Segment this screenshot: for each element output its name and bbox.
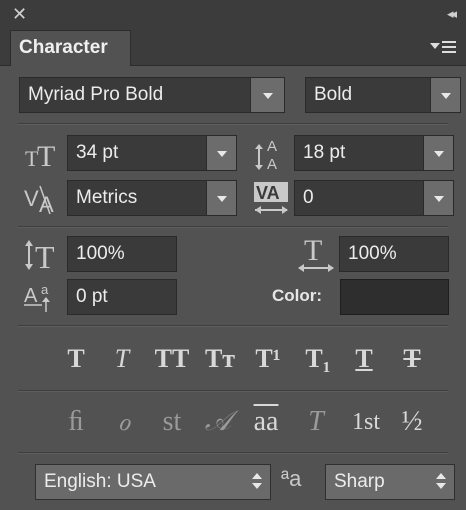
divider [18, 390, 448, 392]
horizontal-scale-input[interactable]: 100% [339, 236, 449, 272]
svg-text:A: A [24, 285, 38, 307]
tracking-dropdown-button[interactable] [423, 181, 453, 215]
panel-menu-line [442, 46, 456, 48]
anti-aliasing-updown-icon [436, 473, 446, 491]
anti-aliasing-value: Sharp [334, 471, 385, 492]
font-family-dropdown-button[interactable] [250, 78, 284, 112]
color-swatch[interactable] [340, 279, 449, 315]
tracking-select[interactable]: 0 [294, 180, 454, 216]
svg-text:T: T [35, 239, 55, 272]
tracking-value: 0 [303, 187, 314, 208]
color-label: Color: [272, 286, 323, 305]
discretionary-ligatures-button[interactable]: st [152, 405, 192, 439]
leading-input[interactable]: 18 pt [294, 135, 454, 171]
standard-ligatures-button[interactable]: ﬁ [56, 405, 96, 439]
strikethrough-button[interactable]: T [394, 342, 430, 376]
tab-character[interactable]: Character [10, 30, 131, 66]
stylistic-alternates-button[interactable]: aa [246, 405, 286, 439]
down-arrow-icon [436, 483, 446, 489]
kerning-dropdown-button[interactable] [206, 181, 236, 215]
up-arrow-icon [436, 473, 446, 479]
tracking-icon: VA [252, 180, 292, 218]
up-arrow-icon [252, 473, 262, 479]
font-family-select[interactable]: Myriad Pro Bold [19, 77, 285, 113]
kerning-value: Metrics [76, 187, 138, 208]
superscript-button[interactable]: T¹ [248, 342, 288, 376]
divider [18, 123, 448, 125]
svg-text:A: A [267, 156, 277, 173]
font-style-select[interactable]: Bold [305, 77, 461, 113]
fractions-button[interactable]: ½ [392, 405, 432, 439]
divider [18, 452, 448, 454]
svg-text:a: a [41, 282, 49, 297]
down-arrow-icon [252, 483, 262, 489]
panel-menu-icon[interactable] [430, 38, 458, 56]
baseline-shift-input[interactable]: 0 pt [67, 279, 177, 315]
panel-tab-row: Character [0, 30, 466, 66]
divider [18, 226, 448, 228]
panel-title-bar: ✕ ◂◂ [0, 0, 466, 30]
anti-aliasing-select[interactable]: Sharp [325, 464, 455, 500]
font-style-dropdown-button[interactable] [430, 78, 460, 112]
small-caps-button[interactable]: Tт [200, 342, 240, 376]
anti-aliasing-icon: ªa [281, 466, 302, 491]
font-size-dropdown-button[interactable] [206, 136, 236, 170]
underline-button[interactable]: T [346, 342, 382, 376]
font-size-value: 34 pt [76, 142, 119, 163]
horizontal-scale-icon: T [296, 234, 336, 274]
leading-dropdown-button[interactable] [423, 136, 453, 170]
swash-button[interactable]: 𝒜 [198, 405, 238, 439]
faux-bold-button[interactable]: T [58, 342, 94, 376]
collapse-icon[interactable]: ◂◂ [447, 6, 457, 22]
kerning-select[interactable]: Metrics [67, 180, 237, 216]
leading-value: 18 pt [303, 142, 346, 163]
font-size-icon: T T [24, 138, 64, 173]
svg-text:T: T [37, 140, 55, 170]
ordinals-button[interactable]: 1st [344, 405, 388, 439]
language-select[interactable]: English: USA [35, 464, 271, 500]
subscript-button[interactable]: T₁ [298, 342, 338, 376]
all-caps-button[interactable]: TT [152, 342, 192, 376]
panel-menu-line [442, 41, 456, 43]
svg-text:A: A [267, 138, 277, 155]
titling-alternates-button[interactable]: T [296, 405, 336, 439]
divider [18, 325, 448, 327]
font-size-input[interactable]: 34 pt [67, 135, 237, 171]
close-icon[interactable]: ✕ [12, 4, 27, 25]
vertical-scale-input[interactable]: 100% [67, 236, 177, 272]
horizontal-scale-value: 100% [348, 243, 397, 264]
svg-text:VA: VA [256, 183, 280, 203]
panel-menu-arrow [430, 43, 440, 49]
svg-text:V: V [24, 186, 39, 211]
baseline-shift-icon: A a [24, 280, 64, 314]
language-updown-icon [252, 473, 262, 491]
language-value: English: USA [44, 471, 156, 492]
vertical-scale-icon: T [24, 238, 64, 275]
panel-menu-line [442, 51, 456, 53]
vertical-scale-value: 100% [76, 243, 125, 264]
svg-text:T: T [304, 234, 322, 267]
kerning-icon: V A [24, 182, 64, 217]
font-family-value: Myriad Pro Bold [28, 84, 164, 105]
baseline-shift-value: 0 pt [76, 286, 108, 307]
leading-icon: A A [252, 135, 292, 173]
faux-italic-button[interactable]: T [104, 342, 140, 376]
contextual-alternates-button[interactable]: ℴ [104, 405, 144, 439]
font-style-value: Bold [314, 84, 353, 105]
